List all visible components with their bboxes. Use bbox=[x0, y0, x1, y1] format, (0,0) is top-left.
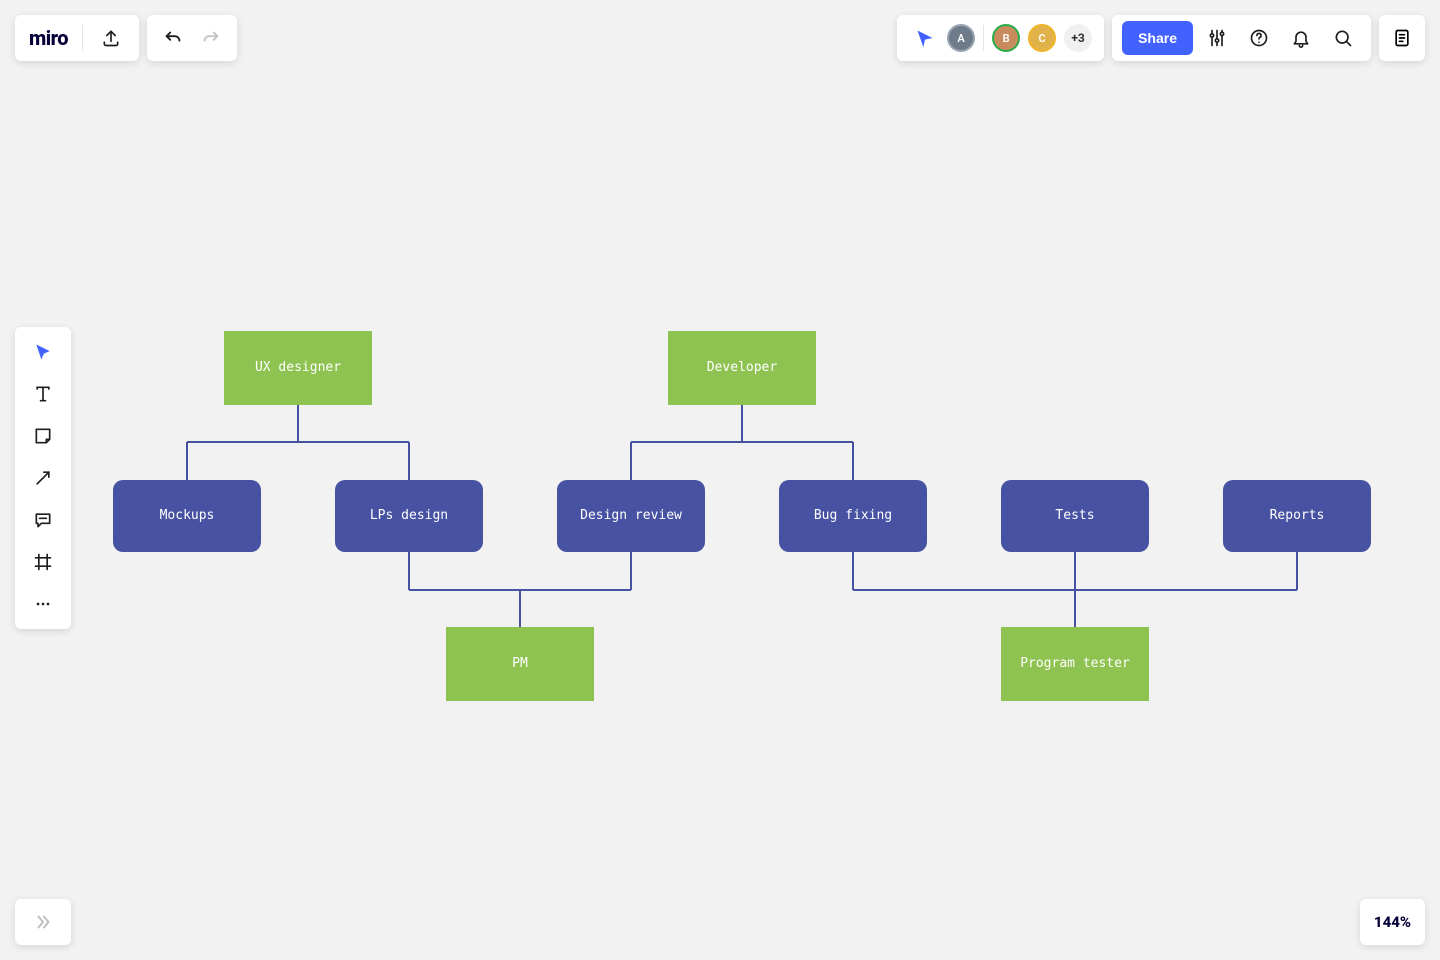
top-actions-panel: Share bbox=[1112, 15, 1371, 61]
avatar-initial: A bbox=[957, 32, 964, 45]
node-role-pm[interactable]: PM bbox=[446, 627, 594, 701]
notes-panel-button[interactable] bbox=[1379, 15, 1425, 61]
share-button[interactable]: Share bbox=[1122, 21, 1193, 55]
node-task-tests[interactable]: Tests bbox=[1001, 480, 1149, 552]
help-icon[interactable] bbox=[1241, 20, 1277, 56]
search-icon[interactable] bbox=[1325, 20, 1361, 56]
node-task-lps[interactable]: LPs design bbox=[335, 480, 483, 552]
app-logo[interactable]: miro bbox=[29, 26, 68, 50]
zoom-level: 144% bbox=[1374, 913, 1411, 931]
divider bbox=[82, 25, 83, 51]
presentation-icon[interactable] bbox=[911, 24, 939, 52]
avatar[interactable]: B bbox=[992, 24, 1020, 52]
node-label: Program tester bbox=[1020, 655, 1130, 673]
node-task-bugfix[interactable]: Bug fixing bbox=[779, 480, 927, 552]
avatar[interactable]: C bbox=[1028, 24, 1056, 52]
arrow-tool-icon[interactable] bbox=[25, 463, 61, 493]
redo-icon[interactable] bbox=[197, 24, 225, 52]
frame-tool-icon[interactable] bbox=[25, 547, 61, 577]
node-role-tester[interactable]: Program tester bbox=[1001, 627, 1149, 701]
select-tool-icon[interactable] bbox=[25, 337, 61, 367]
node-role-ux[interactable]: UX designer bbox=[224, 331, 372, 405]
board-header-panel: miro bbox=[15, 15, 139, 61]
more-tools-icon[interactable] bbox=[25, 589, 61, 619]
node-task-review[interactable]: Design review bbox=[557, 480, 705, 552]
avatar-initial: B bbox=[1003, 32, 1010, 45]
undo-icon[interactable] bbox=[159, 24, 187, 52]
more-collaborators-pill[interactable]: +3 bbox=[1064, 24, 1092, 52]
text-tool-icon[interactable] bbox=[25, 379, 61, 409]
undo-redo-panel bbox=[147, 15, 237, 61]
sticky-note-tool-icon[interactable] bbox=[25, 421, 61, 451]
canvas[interactable]: UX designer Developer PM Program tester … bbox=[0, 0, 1440, 960]
bell-icon[interactable] bbox=[1283, 20, 1319, 56]
node-label: PM bbox=[512, 655, 528, 673]
settings-icon[interactable] bbox=[1199, 20, 1235, 56]
expand-toolbar-button[interactable] bbox=[15, 899, 71, 945]
collaborators-panel: A B C +3 bbox=[897, 15, 1104, 61]
more-count: +3 bbox=[1071, 31, 1084, 45]
node-label: LPs design bbox=[370, 507, 448, 525]
node-label: Reports bbox=[1270, 507, 1325, 525]
node-label: UX designer bbox=[255, 359, 341, 377]
node-task-reports[interactable]: Reports bbox=[1223, 480, 1371, 552]
divider bbox=[983, 25, 984, 51]
zoom-indicator[interactable]: 144% bbox=[1360, 899, 1425, 945]
export-icon[interactable] bbox=[97, 24, 125, 52]
node-label: Tests bbox=[1055, 507, 1094, 525]
comment-tool-icon[interactable] bbox=[25, 505, 61, 535]
node-label: Design review bbox=[580, 507, 682, 525]
node-label: Developer bbox=[707, 359, 777, 377]
side-toolbar bbox=[15, 327, 71, 629]
node-label: Bug fixing bbox=[814, 507, 892, 525]
node-role-dev[interactable]: Developer bbox=[668, 331, 816, 405]
avatar[interactable]: A bbox=[947, 24, 975, 52]
avatar-initial: C bbox=[1038, 32, 1045, 45]
node-label: Mockups bbox=[160, 507, 215, 525]
node-task-mockups[interactable]: Mockups bbox=[113, 480, 261, 552]
